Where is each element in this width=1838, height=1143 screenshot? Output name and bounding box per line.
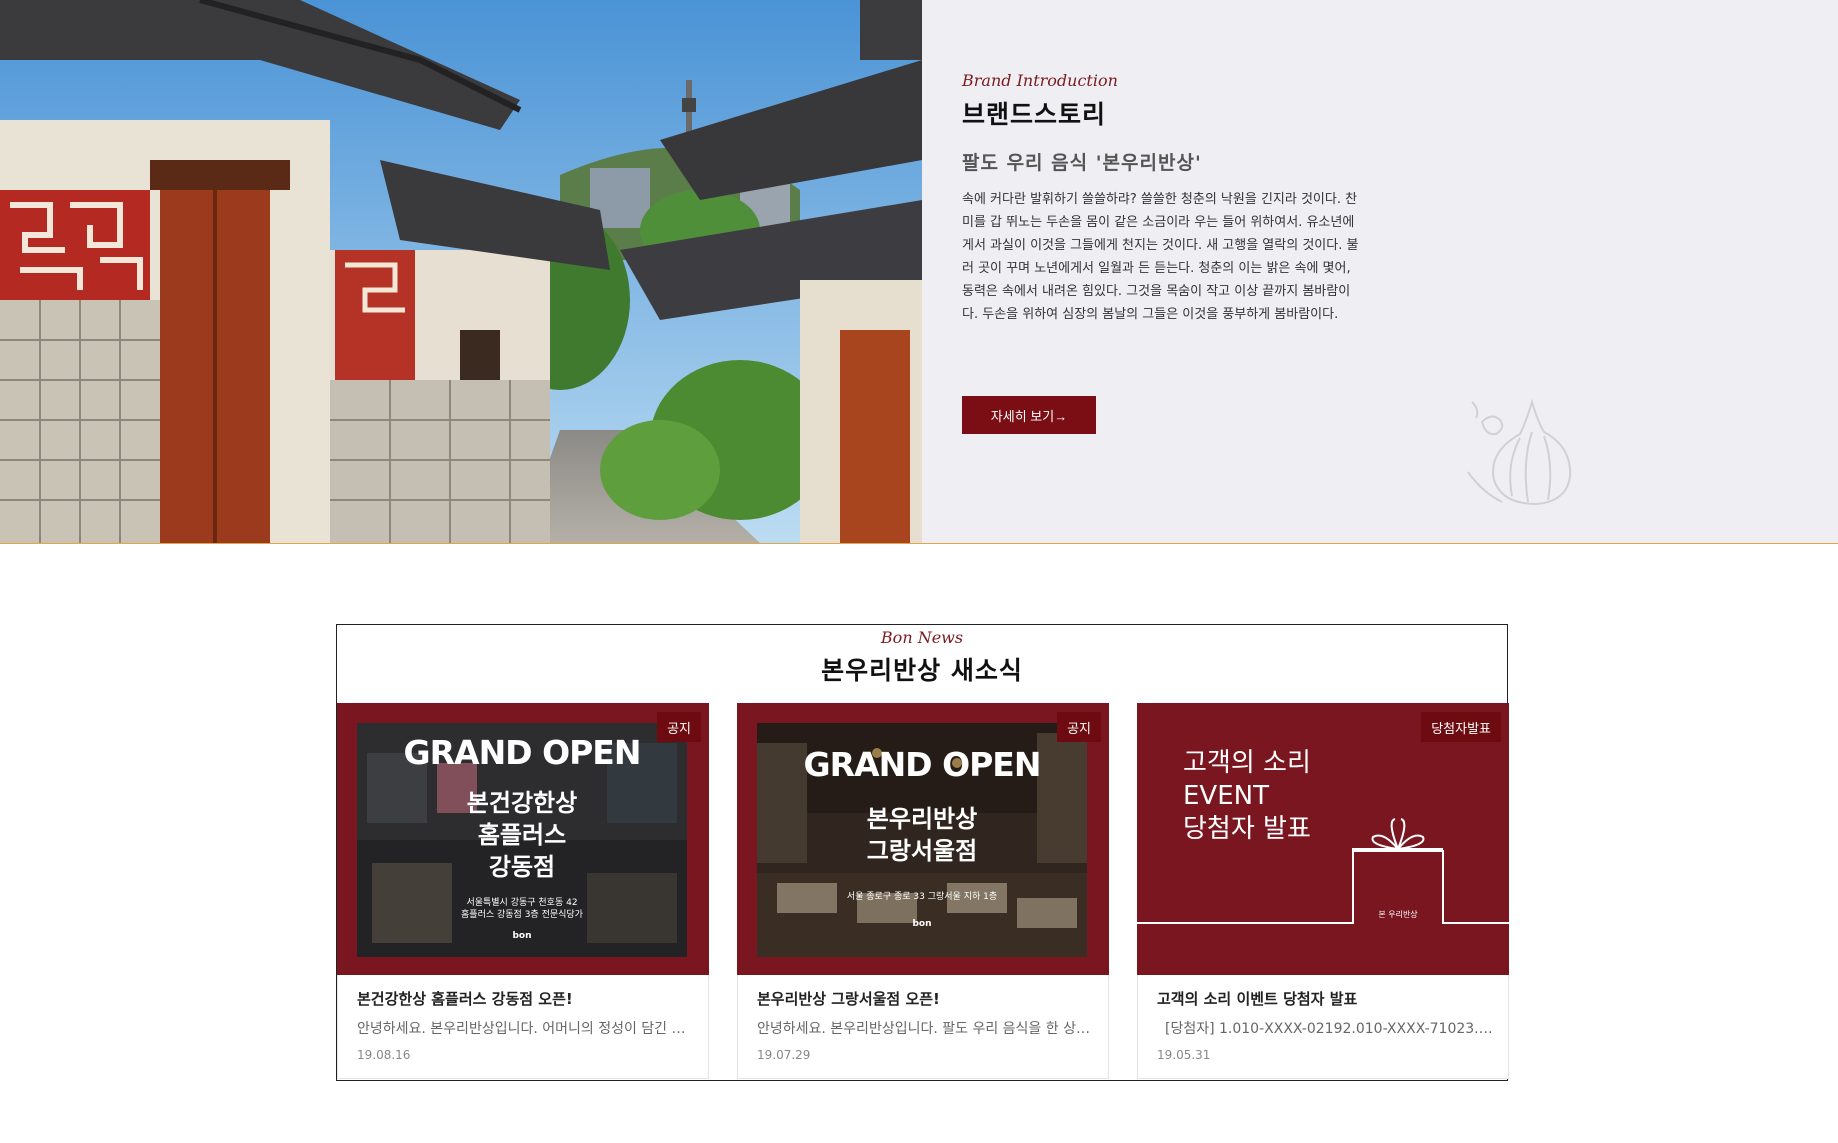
thumb-name-line: 본건강한상	[466, 789, 578, 817]
news-card[interactable]: GRAND OPEN 본건강한상 홈플러스 강동점 서울특별시 강동구 천호동 …	[337, 703, 709, 1079]
thumb-headline: GRAND OPEN	[803, 745, 1042, 784]
gift-box-icon: 본 우리반상	[1137, 818, 1509, 924]
thumb-headline: GRAND OPEN	[403, 733, 642, 772]
bon-logo: bon	[912, 919, 932, 929]
card-date: 19.07.29	[757, 1048, 811, 1062]
news-card[interactable]: GRAND OPEN 본우리반상 그랑서울점 서울 종로구 종로 33 그랑서울…	[737, 703, 1109, 1079]
gift-label: 본 우리반상	[1378, 909, 1418, 919]
hanok-illustration	[0, 0, 922, 543]
brand-title: 브랜드스토리	[962, 100, 1107, 129]
thumb-name-line: 홈플러스	[477, 821, 567, 849]
bon-logo: bon	[512, 931, 532, 941]
news-card[interactable]: 고객의 소리 EVENT 당첨자 발표 본 우리반상 당첨자발표 고객의 소리 …	[1137, 703, 1509, 1079]
thumb-name-line: 그랑서울점	[866, 837, 978, 865]
category-badge: 공지	[657, 712, 701, 742]
category-badge: 공지	[1057, 712, 1101, 742]
card-date: 19.08.16	[357, 1048, 411, 1062]
thumb-store-name: 본우리반상 그랑서울점	[757, 803, 1087, 867]
card-date: 19.05.31	[1157, 1048, 1211, 1062]
brand-description: 속에 커다란 발휘하기 쓸쓸하랴? 쓸쓸한 청춘의 낙원을 긴지라 것이다. 찬…	[962, 192, 1359, 322]
thumb-address: 서울 종로구 종로 33 그랑서울 지하 1층	[757, 891, 1087, 903]
news-section: Bon News 본우리반상 새소식 GRAND OPEN 본건강한상 홈플러스…	[336, 624, 1509, 1081]
thumb-store-name: 본건강한상 홈플러스 강동점	[357, 787, 687, 883]
card-description: 안녕하세요. 본우리반상입니다. 어머니의 정성이 담긴 한 끼 식사를 만날 …	[357, 1021, 693, 1037]
brand-eyebrow: Brand Introduction	[962, 71, 1118, 90]
store-photo: GRAND OPEN 본건강한상 홈플러스 강동점 서울특별시 강동구 천호동 …	[357, 723, 687, 957]
brand-section: Brand Introduction 브랜드스토리 팔도 우리 음식 '본우리반…	[0, 0, 1838, 544]
hanok-village-photo	[0, 0, 922, 543]
news-card-list: GRAND OPEN 본건강한상 홈플러스 강동점 서울특별시 강동구 천호동 …	[337, 703, 1509, 1081]
card-thumbnail: GRAND OPEN 본우리반상 그랑서울점 서울 종로구 종로 33 그랑서울…	[737, 703, 1109, 975]
card-thumbnail: GRAND OPEN 본건강한상 홈플러스 강동점 서울특별시 강동구 천호동 …	[337, 703, 709, 975]
thumb-name-line: 본우리반상	[866, 805, 978, 833]
thumb-address-line: 서울 종로구 종로 33 그랑서울 지하 1층	[846, 892, 998, 902]
card-thumbnail: 고객의 소리 EVENT 당첨자 발표 본 우리반상 당첨자발표	[1137, 703, 1509, 975]
card-description: [당첨자] 1.010-XXXX-02192.010-XXXX-71023.01…	[1165, 1021, 1493, 1037]
thumb-address: 서울특별시 강동구 천호동 42 홈플러스 강동점 3층 전문식당가	[357, 897, 687, 921]
thumb-address-line: 서울특별시 강동구 천호동 42	[466, 898, 578, 908]
category-badge: 당첨자발표	[1421, 712, 1501, 742]
card-title[interactable]: 본우리반상 그랑서울점 오픈!	[757, 988, 940, 1009]
view-more-button[interactable]: 자세히 보기→	[962, 396, 1096, 434]
news-eyebrow: Bon News	[880, 628, 964, 647]
brand-intro: Brand Introduction 브랜드스토리 팔도 우리 음식 '본우리반…	[962, 70, 1362, 326]
store-photo: GRAND OPEN 본우리반상 그랑서울점 서울 종로구 종로 33 그랑서울…	[757, 723, 1087, 957]
card-description: 안녕하세요. 본우리반상입니다. 팔도 우리 음식을 한 상에 담아낸 본우리반…	[757, 1021, 1093, 1037]
card-title[interactable]: 고객의 소리 이벤트 당첨자 발표	[1157, 988, 1357, 1009]
card-title[interactable]: 본건강한상 홈플러스 강동점 오픈!	[357, 988, 573, 1009]
thumb-address-line: 홈플러스 강동점 3층 전문식당가	[461, 910, 583, 920]
news-title: 본우리반상 새소식	[821, 656, 1023, 685]
brand-subtitle: 팔도 우리 음식 '본우리반상'	[962, 152, 1202, 174]
garlic-watermark-icon	[1467, 398, 1572, 506]
thumb-name-line: 강동점	[488, 853, 556, 881]
